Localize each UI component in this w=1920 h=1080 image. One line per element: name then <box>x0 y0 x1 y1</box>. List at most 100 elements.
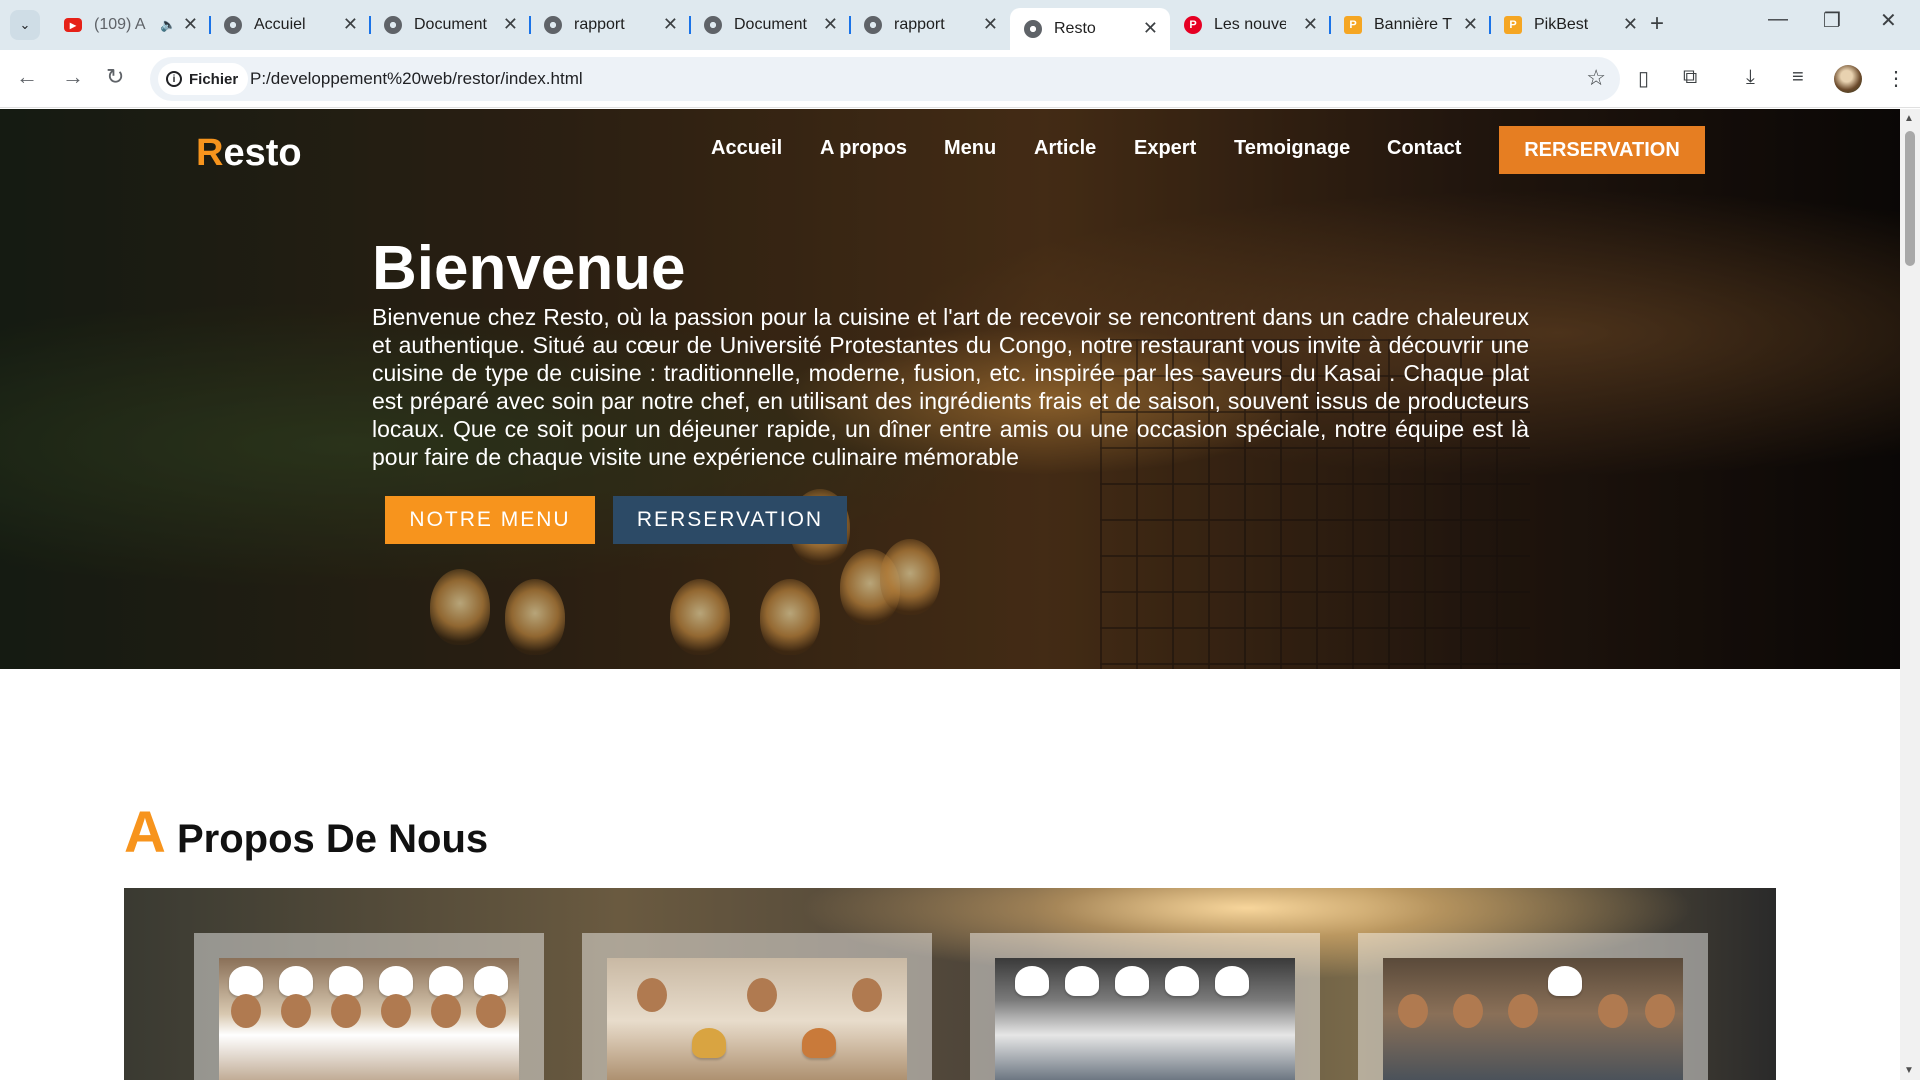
about-section-title: A Propos De Nous <box>124 799 488 866</box>
scroll-down-arrow[interactable]: ▼ <box>1904 1065 1914 1076</box>
about-title-text: Propos De Nous <box>165 817 489 861</box>
window-close-button[interactable]: ✕ <box>1880 8 1897 33</box>
close-icon[interactable]: ✕ <box>1143 18 1158 39</box>
bookmark-star-icon[interactable]: ☆ <box>1586 65 1606 91</box>
team-photo-detail <box>1453 994 1483 1028</box>
profile-avatar[interactable] <box>1834 65 1862 93</box>
tab-title: Les nouvel <box>1214 16 1286 33</box>
extensions-icon[interactable]: ⧉ <box>1683 66 1697 89</box>
nav-link-article[interactable]: Article <box>1034 137 1096 160</box>
team-photo-detail <box>429 966 463 996</box>
tab-document-2[interactable]: Document ✕ <box>690 8 851 42</box>
browser-tab-bar: ⌄ ▶ (109) A 🔈 ✕ Accuiel ✕ Document ✕ rap… <box>0 0 1920 50</box>
pikbest-icon: P <box>1344 16 1362 34</box>
globe-icon <box>1024 20 1042 38</box>
tab-accuiel[interactable]: Accuiel ✕ <box>210 8 371 42</box>
team-photo-detail <box>231 994 261 1028</box>
chevron-down-icon: ⌄ <box>19 17 31 32</box>
close-icon[interactable]: ✕ <box>183 14 198 35</box>
site-logo[interactable]: Resto <box>196 132 302 175</box>
close-icon[interactable]: ✕ <box>823 14 838 35</box>
tab-search-button[interactable]: ⌄ <box>10 10 40 40</box>
close-icon[interactable]: ✕ <box>663 14 678 35</box>
url-text[interactable]: P:/developpement%20web/restor/index.html <box>250 69 583 89</box>
tab-pikbest[interactable]: P PikBest ✕ <box>1490 8 1650 42</box>
scrollbar-thumb[interactable] <box>1905 131 1915 266</box>
team-photo-detail <box>1165 966 1199 996</box>
tab-title: (109) A <box>94 16 146 33</box>
team-photo-detail <box>476 994 506 1028</box>
download-icon[interactable]: ⤓ <box>1746 66 1755 89</box>
youtube-icon: ▶ <box>64 18 82 32</box>
team-photo-detail <box>279 966 313 996</box>
new-tab-button[interactable]: + <box>1650 10 1664 38</box>
speaker-icon[interactable]: 🔈 <box>160 17 176 33</box>
team-photo-detail <box>1645 994 1675 1028</box>
close-icon[interactable]: ✕ <box>983 14 998 35</box>
globe-icon <box>864 16 882 34</box>
tab-rapport-2[interactable]: rapport ✕ <box>850 8 1010 42</box>
tab-title: rapport <box>894 16 945 33</box>
info-icon: i <box>166 71 182 87</box>
nav-link-menu[interactable]: Menu <box>944 137 996 160</box>
hero-description: Bienvenue chez Resto, où la passion pour… <box>372 304 1529 470</box>
team-photo-detail <box>1548 966 1582 996</box>
about-gallery <box>124 888 1776 1080</box>
tab-title: Bannière T <box>1374 16 1452 33</box>
team-photo <box>1383 958 1683 1080</box>
scroll-up-arrow[interactable]: ▲ <box>1904 113 1914 124</box>
tab-banniere[interactable]: P Bannière T ✕ <box>1330 8 1491 42</box>
back-button[interactable]: ← <box>16 64 38 90</box>
tab-title: Accuiel <box>254 16 306 33</box>
team-card[interactable] <box>582 933 932 1080</box>
restore-button[interactable]: ❐ <box>1823 8 1841 33</box>
team-photo-detail <box>637 978 667 1012</box>
team-photo <box>607 958 907 1080</box>
page-scrollbar[interactable]: ▲ ▼ <box>1900 109 1920 1080</box>
team-photo-detail <box>379 966 413 996</box>
nav-link-temoignage[interactable]: Temoignage <box>1234 137 1350 160</box>
close-icon[interactable]: ✕ <box>1463 14 1478 35</box>
logo-text: esto <box>223 132 302 174</box>
tab-rapport-1[interactable]: rapport ✕ <box>530 8 691 42</box>
team-card[interactable] <box>194 933 544 1080</box>
reload-button[interactable]: ↻ <box>106 64 124 90</box>
security-label: Fichier <box>189 70 239 88</box>
close-icon[interactable]: ✕ <box>1623 14 1638 35</box>
menu-icon[interactable]: ⋮ <box>1886 66 1906 91</box>
tab-pinterest[interactable]: P Les nouvel ✕ <box>1170 8 1331 42</box>
close-icon[interactable]: ✕ <box>343 14 358 35</box>
reading-list-icon[interactable]: ▯ <box>1638 66 1649 91</box>
our-menu-button[interactable]: NOTRE MENU <box>385 496 595 544</box>
close-icon[interactable]: ✕ <box>503 14 518 35</box>
media-control-icon[interactable]: ≡ <box>1792 66 1804 89</box>
site-info-chip[interactable]: i Fichier <box>158 63 249 95</box>
nav-link-expert[interactable]: Expert <box>1134 137 1196 160</box>
tab-youtube[interactable]: ▶ (109) A 🔈 ✕ <box>50 8 211 42</box>
team-photo-detail <box>474 966 508 996</box>
team-card[interactable] <box>1358 933 1708 1080</box>
nav-link-a-propos[interactable]: A propos <box>820 137 907 160</box>
hero-reservation-button[interactable]: RERSERVATION <box>613 496 847 544</box>
nav-link-contact[interactable]: Contact <box>1387 137 1461 160</box>
team-photo-detail <box>431 994 461 1028</box>
nav-link-accueil[interactable]: Accueil <box>711 137 782 160</box>
team-card[interactable] <box>970 933 1320 1080</box>
minimize-button[interactable]: — <box>1768 8 1788 31</box>
team-photo-detail <box>1065 966 1099 996</box>
team-photo-detail <box>1215 966 1249 996</box>
nav-reservation-button[interactable]: RERSERVATION <box>1499 126 1705 174</box>
team-photo-detail <box>281 994 311 1028</box>
team-photo-detail <box>692 1028 726 1058</box>
close-icon[interactable]: ✕ <box>1303 14 1318 35</box>
tab-resto[interactable]: Resto ✕ <box>1010 8 1170 50</box>
team-photo-detail <box>852 978 882 1012</box>
about-title-initial: A <box>124 800 166 865</box>
team-photo-detail <box>747 978 777 1012</box>
address-bar[interactable]: i Fichier P:/developpement%20web/restor/… <box>150 57 1620 101</box>
tab-title: Document <box>414 16 487 33</box>
forward-button[interactable]: → <box>62 64 84 90</box>
tab-document-1[interactable]: Document ✕ <box>370 8 531 42</box>
tab-title: rapport <box>574 16 625 33</box>
pinterest-icon: P <box>1184 16 1202 34</box>
